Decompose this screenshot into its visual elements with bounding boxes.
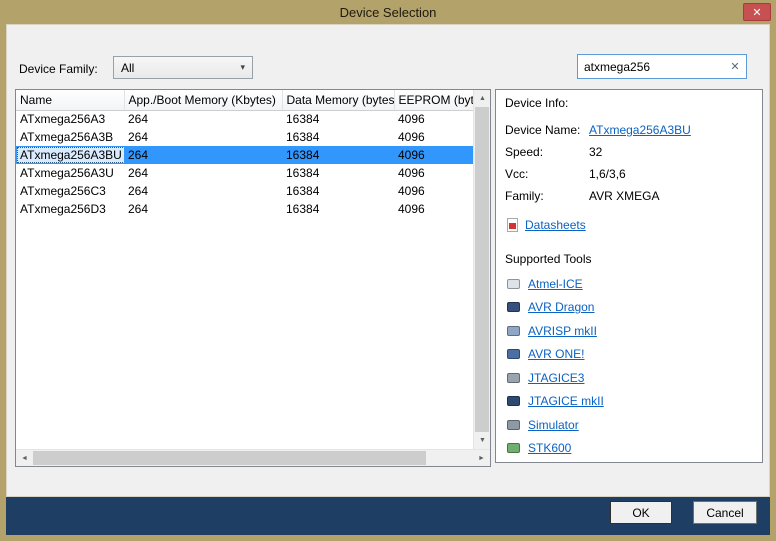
tool-link[interactable]: Simulator bbox=[528, 418, 579, 432]
supported-tools-list: Atmel-ICE AVR Dragon AVRISP mkII AVR ONE! JT… bbox=[505, 272, 753, 460]
info-row: Family:AVR XMEGA bbox=[505, 185, 753, 207]
table-row[interactable]: ATxmega256C3264163844096 bbox=[16, 182, 473, 200]
tool-link[interactable]: AVR Dragon bbox=[528, 300, 594, 314]
info-label: Device Name: bbox=[505, 123, 589, 137]
footer-bar: OK Cancel bbox=[6, 497, 770, 535]
window-title: Device Selection bbox=[340, 5, 437, 20]
info-row: Speed:32 bbox=[505, 141, 753, 163]
device-family-value: All bbox=[121, 61, 134, 75]
scroll-right-icon[interactable]: ► bbox=[473, 450, 490, 467]
device-info-title: Device Info: bbox=[505, 96, 753, 110]
search-box: ✕ bbox=[577, 54, 747, 79]
dialog-content: Device Family: All ▾ ✕ NameApp./Boot Mem… bbox=[6, 24, 770, 497]
device-table-body: ATxmega256A3264163844096ATxmega256A3B264… bbox=[16, 110, 473, 218]
datasheets-link[interactable]: Datasheets bbox=[507, 214, 753, 236]
device-info-fields: Device Name:ATxmega256A3BUSpeed:32Vcc:1,… bbox=[505, 119, 753, 207]
tool-item[interactable]: Simulator bbox=[505, 413, 753, 437]
info-row: Vcc:1,6/3,6 bbox=[505, 163, 753, 185]
table-row[interactable]: ATxmega256A3264163844096 bbox=[16, 110, 473, 128]
device-family-label: Device Family: bbox=[19, 62, 98, 76]
vertical-scroll-thumb[interactable] bbox=[475, 107, 489, 432]
titlebar[interactable]: Device Selection ✕ bbox=[0, 0, 776, 24]
cancel-button[interactable]: Cancel bbox=[693, 501, 757, 524]
device-family-dropdown[interactable]: All ▾ bbox=[113, 56, 253, 79]
tool-item[interactable]: JTAGICE3 bbox=[505, 366, 753, 390]
simulator-icon bbox=[507, 420, 520, 430]
atmel-ice-icon bbox=[507, 279, 520, 289]
table-row[interactable]: ATxmega256A3U264163844096 bbox=[16, 164, 473, 182]
jtagice-mkii-icon bbox=[507, 396, 520, 406]
pdf-icon bbox=[507, 218, 518, 232]
column-header[interactable]: Data Memory (bytes) bbox=[282, 90, 394, 110]
chevron-down-icon: ▾ bbox=[240, 62, 245, 73]
scroll-up-icon[interactable]: ▲ bbox=[474, 90, 491, 107]
tool-item[interactable]: Atmel-ICE bbox=[505, 272, 753, 296]
horizontal-scroll-thumb[interactable] bbox=[33, 451, 426, 465]
close-icon: ✕ bbox=[752, 6, 761, 19]
close-button[interactable]: ✕ bbox=[743, 3, 771, 21]
ok-button[interactable]: OK bbox=[610, 501, 672, 524]
tool-link[interactable]: JTAGICE3 bbox=[528, 371, 584, 385]
device-list: NameApp./Boot Memory (Kbytes)Data Memory… bbox=[15, 89, 491, 467]
column-header[interactable]: EEPROM (bytes) bbox=[394, 90, 473, 110]
info-value: 32 bbox=[589, 145, 602, 159]
info-value: 1,6/3,6 bbox=[589, 167, 626, 181]
avr-one-icon bbox=[507, 349, 520, 359]
tool-link[interactable]: Atmel-ICE bbox=[528, 277, 583, 291]
supported-tools-title: Supported Tools bbox=[505, 252, 753, 266]
device-info-panel: Device Info: Device Name:ATxmega256A3BUS… bbox=[495, 89, 763, 463]
scroll-down-icon[interactable]: ▼ bbox=[474, 432, 491, 449]
info-label: Family: bbox=[505, 189, 589, 203]
search-input[interactable] bbox=[578, 60, 724, 74]
table-header-row: NameApp./Boot Memory (Kbytes)Data Memory… bbox=[16, 90, 473, 110]
stk600-icon bbox=[507, 443, 520, 453]
jtagice3-icon bbox=[507, 373, 520, 383]
vertical-scrollbar[interactable]: ▲ ▼ bbox=[473, 90, 490, 449]
tool-link[interactable]: AVRISP mkII bbox=[528, 324, 597, 338]
horizontal-scrollbar[interactable]: ◄ ► bbox=[16, 449, 490, 466]
avr-dragon-icon bbox=[507, 302, 520, 312]
tool-item[interactable]: AVR Dragon bbox=[505, 296, 753, 320]
datasheets-label[interactable]: Datasheets bbox=[525, 218, 586, 232]
tool-item[interactable]: AVRISP mkII bbox=[505, 319, 753, 343]
table-row[interactable]: ATxmega256A3BU264163844096 bbox=[16, 146, 473, 164]
tool-item[interactable]: JTAGICE mkII bbox=[505, 390, 753, 414]
selected-device-name[interactable]: ATxmega256A3BU bbox=[17, 147, 124, 163]
table-row[interactable]: ATxmega256D3264163844096 bbox=[16, 200, 473, 218]
info-value: AVR XMEGA bbox=[589, 189, 659, 203]
avrisp-mkii-icon bbox=[507, 326, 520, 336]
info-row: Device Name:ATxmega256A3BU bbox=[505, 119, 753, 141]
device-table: NameApp./Boot Memory (Kbytes)Data Memory… bbox=[16, 90, 474, 218]
info-label: Speed: bbox=[505, 145, 589, 159]
column-header[interactable]: Name bbox=[16, 90, 124, 110]
tool-link[interactable]: STK600 bbox=[528, 441, 571, 455]
column-header[interactable]: App./Boot Memory (Kbytes) bbox=[124, 90, 282, 110]
tool-link[interactable]: JTAGICE mkII bbox=[528, 394, 604, 408]
scroll-left-icon[interactable]: ◄ bbox=[16, 450, 33, 467]
tool-item[interactable]: AVR ONE! bbox=[505, 343, 753, 367]
tool-item[interactable]: STK600 bbox=[505, 437, 753, 461]
clear-search-icon[interactable]: ✕ bbox=[724, 60, 746, 73]
device-selection-dialog: Device Selection ✕ Device Family: All ▾ … bbox=[0, 0, 776, 541]
tool-link[interactable]: AVR ONE! bbox=[528, 347, 584, 361]
info-label: Vcc: bbox=[505, 167, 589, 181]
device-name-link[interactable]: ATxmega256A3BU bbox=[589, 123, 691, 137]
table-row[interactable]: ATxmega256A3B264163844096 bbox=[16, 128, 473, 146]
